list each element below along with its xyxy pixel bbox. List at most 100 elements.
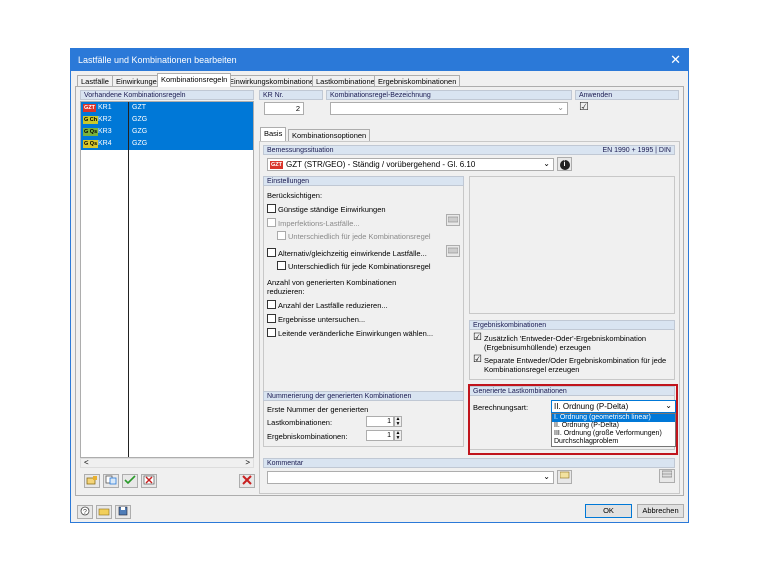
list-item[interactable]: G Ch KR2 GZG bbox=[81, 114, 255, 126]
list-empty-area bbox=[81, 150, 128, 457]
subtab-kombinationsoptionen[interactable]: Kombinationsoptionen bbox=[288, 129, 371, 141]
bezeichnung-header: Kombinationsregel-Bezeichnung bbox=[326, 90, 572, 100]
scroll-right-icon[interactable]: > bbox=[245, 458, 250, 467]
rules-list[interactable]: GZT KR1 GZT G Ch KR2 GZG G Qs KR3 GZG G … bbox=[80, 101, 254, 458]
ergebnis-label-2b: Kombinationsregel erzeugen bbox=[484, 365, 580, 374]
beruecksichtigen-label: Berücksichtigen: bbox=[267, 191, 323, 200]
norm-label: EN 1990 + 1995 | DIN bbox=[602, 147, 671, 154]
title-bar: Lastfälle und Kombinationen bearbeiten ✕ bbox=[71, 49, 688, 71]
nummerierung-header: Nummerierung der generierten Kombination… bbox=[263, 391, 464, 401]
unterschiedlich-checkbox-1[interactable] bbox=[277, 231, 286, 240]
anzahl-reduzieren-label: Anzahl der Lastfälle reduzieren... bbox=[278, 301, 388, 310]
preview-panel bbox=[469, 176, 675, 314]
anwenden-checkbox[interactable]: ☑ bbox=[579, 100, 589, 113]
erste-nummer-label: Erste Nummer der generierten bbox=[267, 405, 369, 414]
rule-id: KR4 bbox=[98, 140, 112, 147]
svg-text:?: ? bbox=[83, 509, 87, 516]
stepper-arrows-icon[interactable]: ▲ ▼ bbox=[394, 430, 402, 441]
kr-nr-header: KR Nr. bbox=[259, 90, 323, 100]
imperfektion-label: Imperfektions-Lastfälle... bbox=[278, 219, 360, 228]
gzg-badge-icon: G Ch bbox=[83, 116, 99, 124]
kommentar-header: Kommentar bbox=[263, 458, 675, 468]
chevron-down-icon[interactable]: ⌄ bbox=[543, 159, 550, 168]
kr-nr-field[interactable]: 2 bbox=[264, 102, 304, 115]
list-item[interactable]: G Qs KR4 GZG bbox=[81, 138, 255, 150]
save-icon[interactable] bbox=[115, 505, 131, 519]
ergebniskombinationen-label: Ergebniskombinationen: bbox=[267, 432, 348, 441]
copy-rule-icon[interactable] bbox=[103, 474, 119, 488]
chevron-down-icon[interactable]: ⌄ bbox=[557, 103, 564, 112]
column-divider bbox=[128, 102, 129, 457]
bemessung-label: Bemessungssituation bbox=[267, 147, 334, 154]
edit-alternativ-icon[interactable] bbox=[446, 245, 460, 257]
rule-type: GZG bbox=[132, 140, 148, 147]
open-icon[interactable] bbox=[96, 505, 112, 519]
unterschiedlich-label-1: Unterschiedlich für jede Kombinationsreg… bbox=[288, 232, 431, 241]
ergebnis-checkbox-1[interactable]: ☑ bbox=[473, 332, 482, 343]
chevron-down-icon[interactable]: ⌄ bbox=[543, 472, 550, 481]
unterschiedlich-checkbox-2[interactable] bbox=[277, 261, 286, 270]
ergebnis-header: Ergebniskombinationen bbox=[469, 320, 675, 330]
dialog-window: Lastfälle und Kombinationen bearbeiten ✕… bbox=[70, 48, 689, 523]
gzg-badge-icon: G Qs bbox=[83, 128, 99, 136]
subtab-basis[interactable]: Basis bbox=[260, 127, 287, 141]
bemessung-header: Bemessungssituation EN 1990 + 1995 | DIN bbox=[263, 145, 675, 155]
info-icon[interactable]: i bbox=[557, 157, 572, 171]
guenstige-label: Günstige ständige Einwirkungen bbox=[278, 205, 386, 214]
stepper-arrows-icon[interactable]: ▲ ▼ bbox=[394, 416, 402, 427]
delete-all-rules-icon[interactable] bbox=[141, 474, 157, 488]
ergebnis-label-1b: (Ergebnisumhüllende) erzeugen bbox=[484, 343, 591, 352]
delete-rule-icon[interactable] bbox=[239, 474, 255, 488]
rule-type: GZG bbox=[132, 116, 148, 123]
ergebnis-checkbox-2[interactable]: ☑ bbox=[473, 354, 482, 365]
tab-page: Vorhandene Kombinationsregeln GZT KR1 GZ… bbox=[75, 86, 684, 496]
new-rule-icon[interactable] bbox=[84, 474, 100, 488]
list-header: Vorhandene Kombinationsregeln bbox=[80, 90, 254, 100]
ok-button[interactable]: OK bbox=[585, 504, 632, 518]
gzt-badge-icon: GZT bbox=[83, 104, 96, 112]
highlight-frame bbox=[468, 384, 678, 455]
bezeichnung-input[interactable]: ⌄ bbox=[330, 102, 568, 115]
lastkombinationen-label: Lastkombinationen: bbox=[267, 418, 333, 427]
reduzieren-label: reduzieren: bbox=[267, 287, 305, 296]
anwenden-header: Anwenden bbox=[575, 90, 679, 100]
ergebnis-label-2a: Separate Entweder/Oder Ergebniskombinati… bbox=[484, 356, 667, 365]
bemessung-value: GZT (STR/GEO) - Ständig / vorübergehend … bbox=[286, 160, 476, 169]
kommentar-edit-icon[interactable] bbox=[557, 470, 572, 484]
ergebniskombinationen-stepper[interactable]: 1 bbox=[366, 430, 394, 441]
alternativ-label: Alternativ/gleichzeitig einwirkende Last… bbox=[278, 249, 427, 258]
help-icon[interactable]: ? bbox=[77, 505, 93, 519]
scroll-left-icon[interactable]: < bbox=[84, 458, 89, 467]
cancel-button[interactable]: Abbrechen bbox=[637, 504, 684, 518]
edit-imperfektion-icon[interactable] bbox=[446, 214, 460, 226]
guenstige-checkbox[interactable] bbox=[267, 204, 276, 213]
bemessung-select[interactable]: GZT GZT (STR/GEO) - Ständig / vorübergeh… bbox=[267, 158, 554, 171]
ergebnisse-untersuchen-checkbox[interactable] bbox=[267, 314, 276, 323]
alternativ-checkbox[interactable] bbox=[267, 248, 276, 257]
einstellungen-header: Einstellungen bbox=[263, 176, 464, 186]
rule-id: KR3 bbox=[98, 128, 112, 135]
lastkombinationen-stepper[interactable]: 1 bbox=[366, 416, 394, 427]
list-item[interactable]: GZT KR1 GZT bbox=[81, 102, 255, 114]
check-rules-icon[interactable] bbox=[122, 474, 138, 488]
tab-kombinationsregeln[interactable]: Kombinationsregeln bbox=[157, 73, 232, 87]
anzahl-reduzieren-checkbox[interactable] bbox=[267, 300, 276, 309]
anzahl-label: Anzahl von generierten Kombinationen bbox=[267, 278, 397, 287]
rule-type: GZT bbox=[132, 104, 146, 111]
kommentar-input[interactable]: ⌄ bbox=[267, 471, 554, 484]
gzg-badge-icon: G Qs bbox=[83, 140, 99, 148]
horizontal-scrollbar[interactable]: < > bbox=[80, 458, 254, 468]
gzt-badge-icon: GZT bbox=[270, 161, 283, 169]
unterschiedlich-label-2: Unterschiedlich für jede Kombinationsreg… bbox=[288, 262, 431, 271]
leitende-checkbox[interactable] bbox=[267, 328, 276, 337]
kommentar-table-icon[interactable] bbox=[659, 469, 675, 483]
imperfektion-checkbox[interactable] bbox=[267, 218, 276, 227]
ergebnisse-untersuchen-label: Ergebnisse untersuchen... bbox=[278, 315, 366, 324]
window-title: Lastfälle und Kombinationen bearbeiten bbox=[78, 55, 237, 65]
list-item[interactable]: G Qs KR3 GZG bbox=[81, 126, 255, 138]
rule-id: KR1 bbox=[98, 104, 112, 111]
leitende-label: Leitende veränderliche Einwirkungen wähl… bbox=[278, 329, 434, 338]
rule-type: GZG bbox=[132, 128, 148, 135]
close-icon[interactable]: ✕ bbox=[670, 52, 681, 68]
rule-id: KR2 bbox=[98, 116, 112, 123]
